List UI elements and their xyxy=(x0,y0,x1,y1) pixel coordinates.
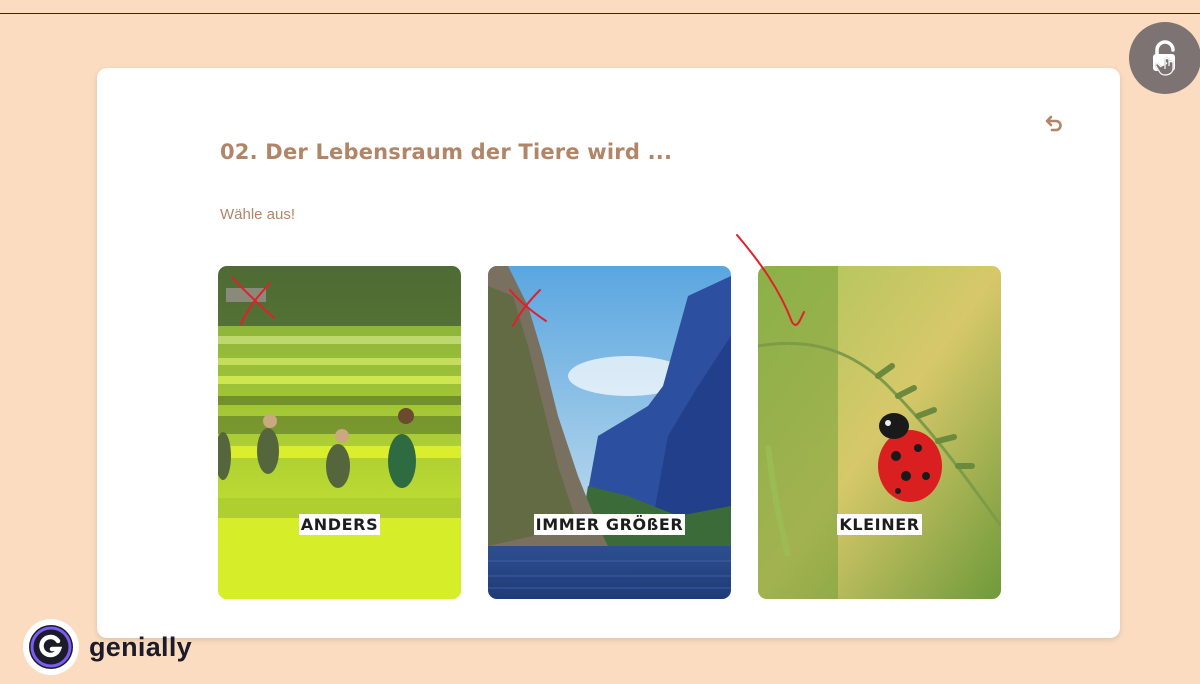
option-card-anders[interactable]: ANDERS xyxy=(218,266,461,599)
option-label-container: IMMER GRÖßER xyxy=(488,514,731,535)
option-card-kleiner[interactable]: KLEINER xyxy=(758,266,1001,599)
genially-g-icon xyxy=(29,625,73,669)
option-label: IMMER GRÖßER xyxy=(533,514,686,535)
undo-button[interactable] xyxy=(1042,112,1066,136)
ladybug-image xyxy=(758,266,1001,599)
genially-logo-mark xyxy=(23,619,79,675)
option-label: ANDERS xyxy=(298,514,381,535)
question-title: 02. Der Lebensraum der Tiere wird ... xyxy=(220,140,673,164)
top-divider xyxy=(0,0,1200,14)
rice-terraces-image xyxy=(218,266,461,599)
option-label-container: KLEINER xyxy=(758,514,1001,535)
question-instruction: Wähle aus! xyxy=(220,206,296,223)
option-label: KLEINER xyxy=(837,514,922,535)
genially-logo[interactable]: genially xyxy=(23,618,192,676)
option-card-immer-groesser[interactable]: IMMER GRÖßER xyxy=(488,266,731,599)
option-label-container: ANDERS xyxy=(218,514,461,535)
fjord-cliffs-image xyxy=(488,266,731,599)
question-card: 02. Der Lebensraum der Tiere wird ... Wä… xyxy=(97,68,1120,638)
unlock-button[interactable] xyxy=(1129,22,1200,94)
undo-icon xyxy=(1045,115,1062,132)
unlock-hand-icon xyxy=(1153,40,1175,76)
brand-name: genially xyxy=(89,631,192,662)
